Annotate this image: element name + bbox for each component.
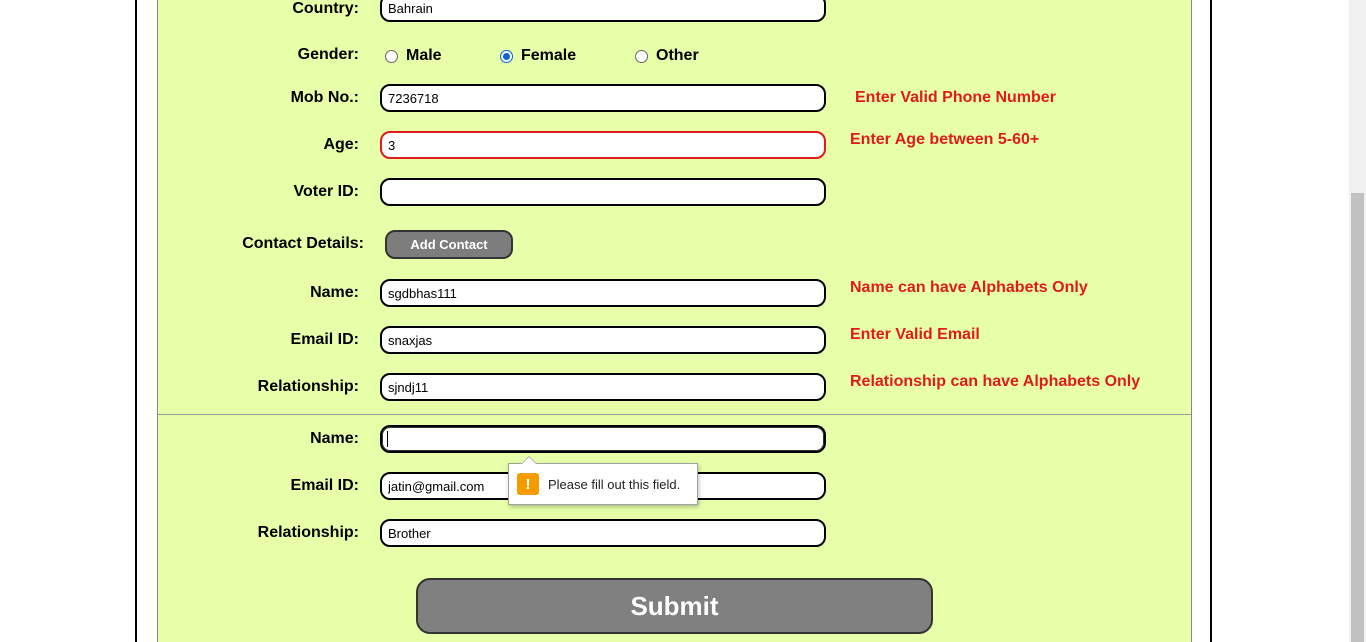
age-error: Enter Age between 5-60+	[850, 131, 1040, 148]
contact-details-label: Contact Details:	[242, 235, 364, 252]
gender-option-label: Other	[656, 47, 699, 64]
gender-option-label: Male	[406, 47, 442, 64]
validation-tooltip: ! Please fill out this field.	[508, 456, 698, 505]
radio-other[interactable]	[635, 49, 648, 63]
contact1-email-error: Enter Valid Email	[850, 326, 980, 343]
contact2-name-label: Name:	[310, 430, 359, 447]
scrollbar-thumb[interactable]	[1351, 193, 1364, 642]
contact2-name-field[interactable]	[380, 425, 826, 453]
contact1-email-field[interactable]	[380, 326, 826, 354]
gender-option-female[interactable]: Female	[500, 47, 576, 65]
age-field[interactable]	[380, 131, 826, 159]
text-caret	[387, 431, 388, 447]
contact2-email-label: Email ID:	[290, 477, 359, 494]
add-contact-button[interactable]: Add Contact	[385, 230, 513, 259]
mobile-error: Enter Valid Phone Number	[855, 89, 1056, 106]
contact1-name-error: Name can have Alphabets Only	[850, 279, 1088, 296]
contact1-relationship-label: Relationship:	[257, 378, 359, 395]
voter-id-label: Voter ID:	[293, 183, 359, 200]
voter-id-field[interactable]	[380, 178, 826, 206]
warning-icon: !	[517, 473, 539, 495]
gender-option-male[interactable]: Male	[385, 47, 442, 65]
gender-label: Gender:	[297, 46, 359, 63]
age-label: Age:	[323, 136, 359, 153]
contact1-name-field[interactable]	[380, 279, 826, 307]
submit-button[interactable]: Submit	[416, 578, 933, 634]
mobile-field[interactable]	[380, 84, 826, 112]
radio-female[interactable]	[500, 49, 513, 63]
country-field[interactable]	[380, 0, 826, 22]
gender-option-label: Female	[521, 47, 577, 64]
contact-divider	[158, 414, 1191, 415]
contact1-email-label: Email ID:	[290, 331, 359, 348]
radio-male[interactable]	[385, 49, 398, 63]
contact2-relationship-field[interactable]	[380, 519, 826, 547]
contact1-relationship-error: Relationship can have Alphabets Only	[850, 373, 1141, 390]
contact1-name-label: Name:	[310, 284, 359, 301]
contact1-relationship-field[interactable]	[380, 373, 826, 401]
tooltip-text: Please fill out this field.	[548, 476, 681, 492]
country-label: Country:	[292, 0, 359, 17]
mobile-label: Mob No.:	[290, 89, 359, 106]
contact2-relationship-label: Relationship:	[257, 524, 359, 541]
gender-option-other[interactable]: Other	[635, 47, 699, 65]
